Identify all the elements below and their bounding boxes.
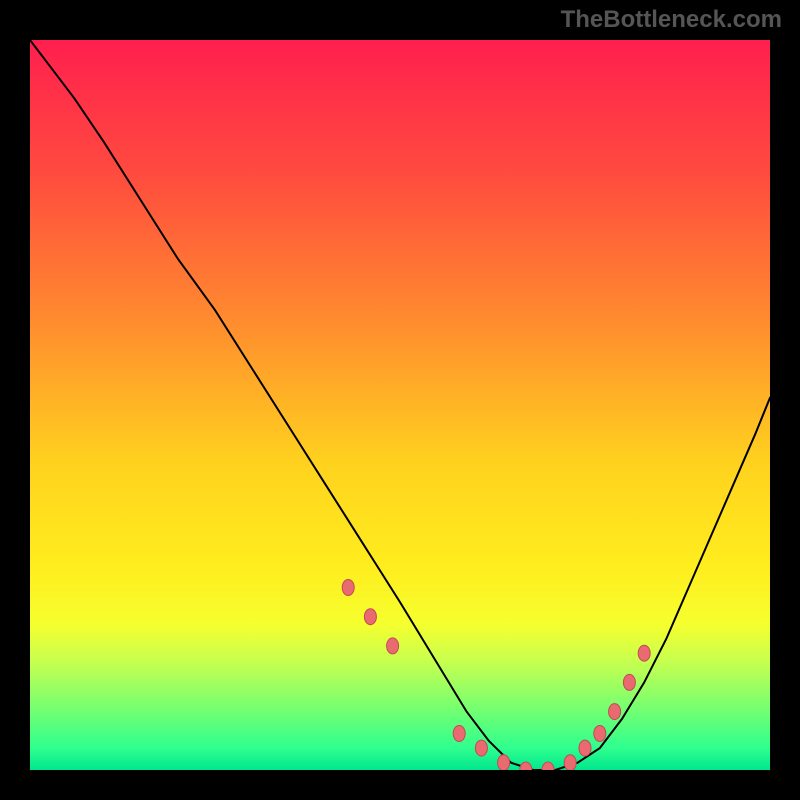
curve-marker bbox=[364, 609, 376, 625]
chart-svg bbox=[30, 40, 770, 770]
curve-marker bbox=[623, 674, 635, 690]
plot-area bbox=[30, 40, 770, 770]
curve-marker bbox=[564, 755, 576, 770]
curve-marker bbox=[520, 762, 532, 770]
curve-marker bbox=[387, 638, 399, 654]
bottleneck-curve bbox=[30, 40, 770, 770]
curve-markers bbox=[342, 580, 650, 771]
curve-marker bbox=[498, 755, 510, 770]
chart-container: TheBottleneck.com bbox=[0, 0, 800, 800]
curve-marker bbox=[453, 726, 465, 742]
curve-marker bbox=[475, 740, 487, 756]
curve-marker bbox=[579, 740, 591, 756]
curve-marker bbox=[542, 762, 554, 770]
curve-marker bbox=[638, 645, 650, 661]
curve-marker bbox=[342, 580, 354, 596]
curve-marker bbox=[609, 704, 621, 720]
watermark-text: TheBottleneck.com bbox=[561, 6, 782, 34]
curve-marker bbox=[594, 726, 606, 742]
